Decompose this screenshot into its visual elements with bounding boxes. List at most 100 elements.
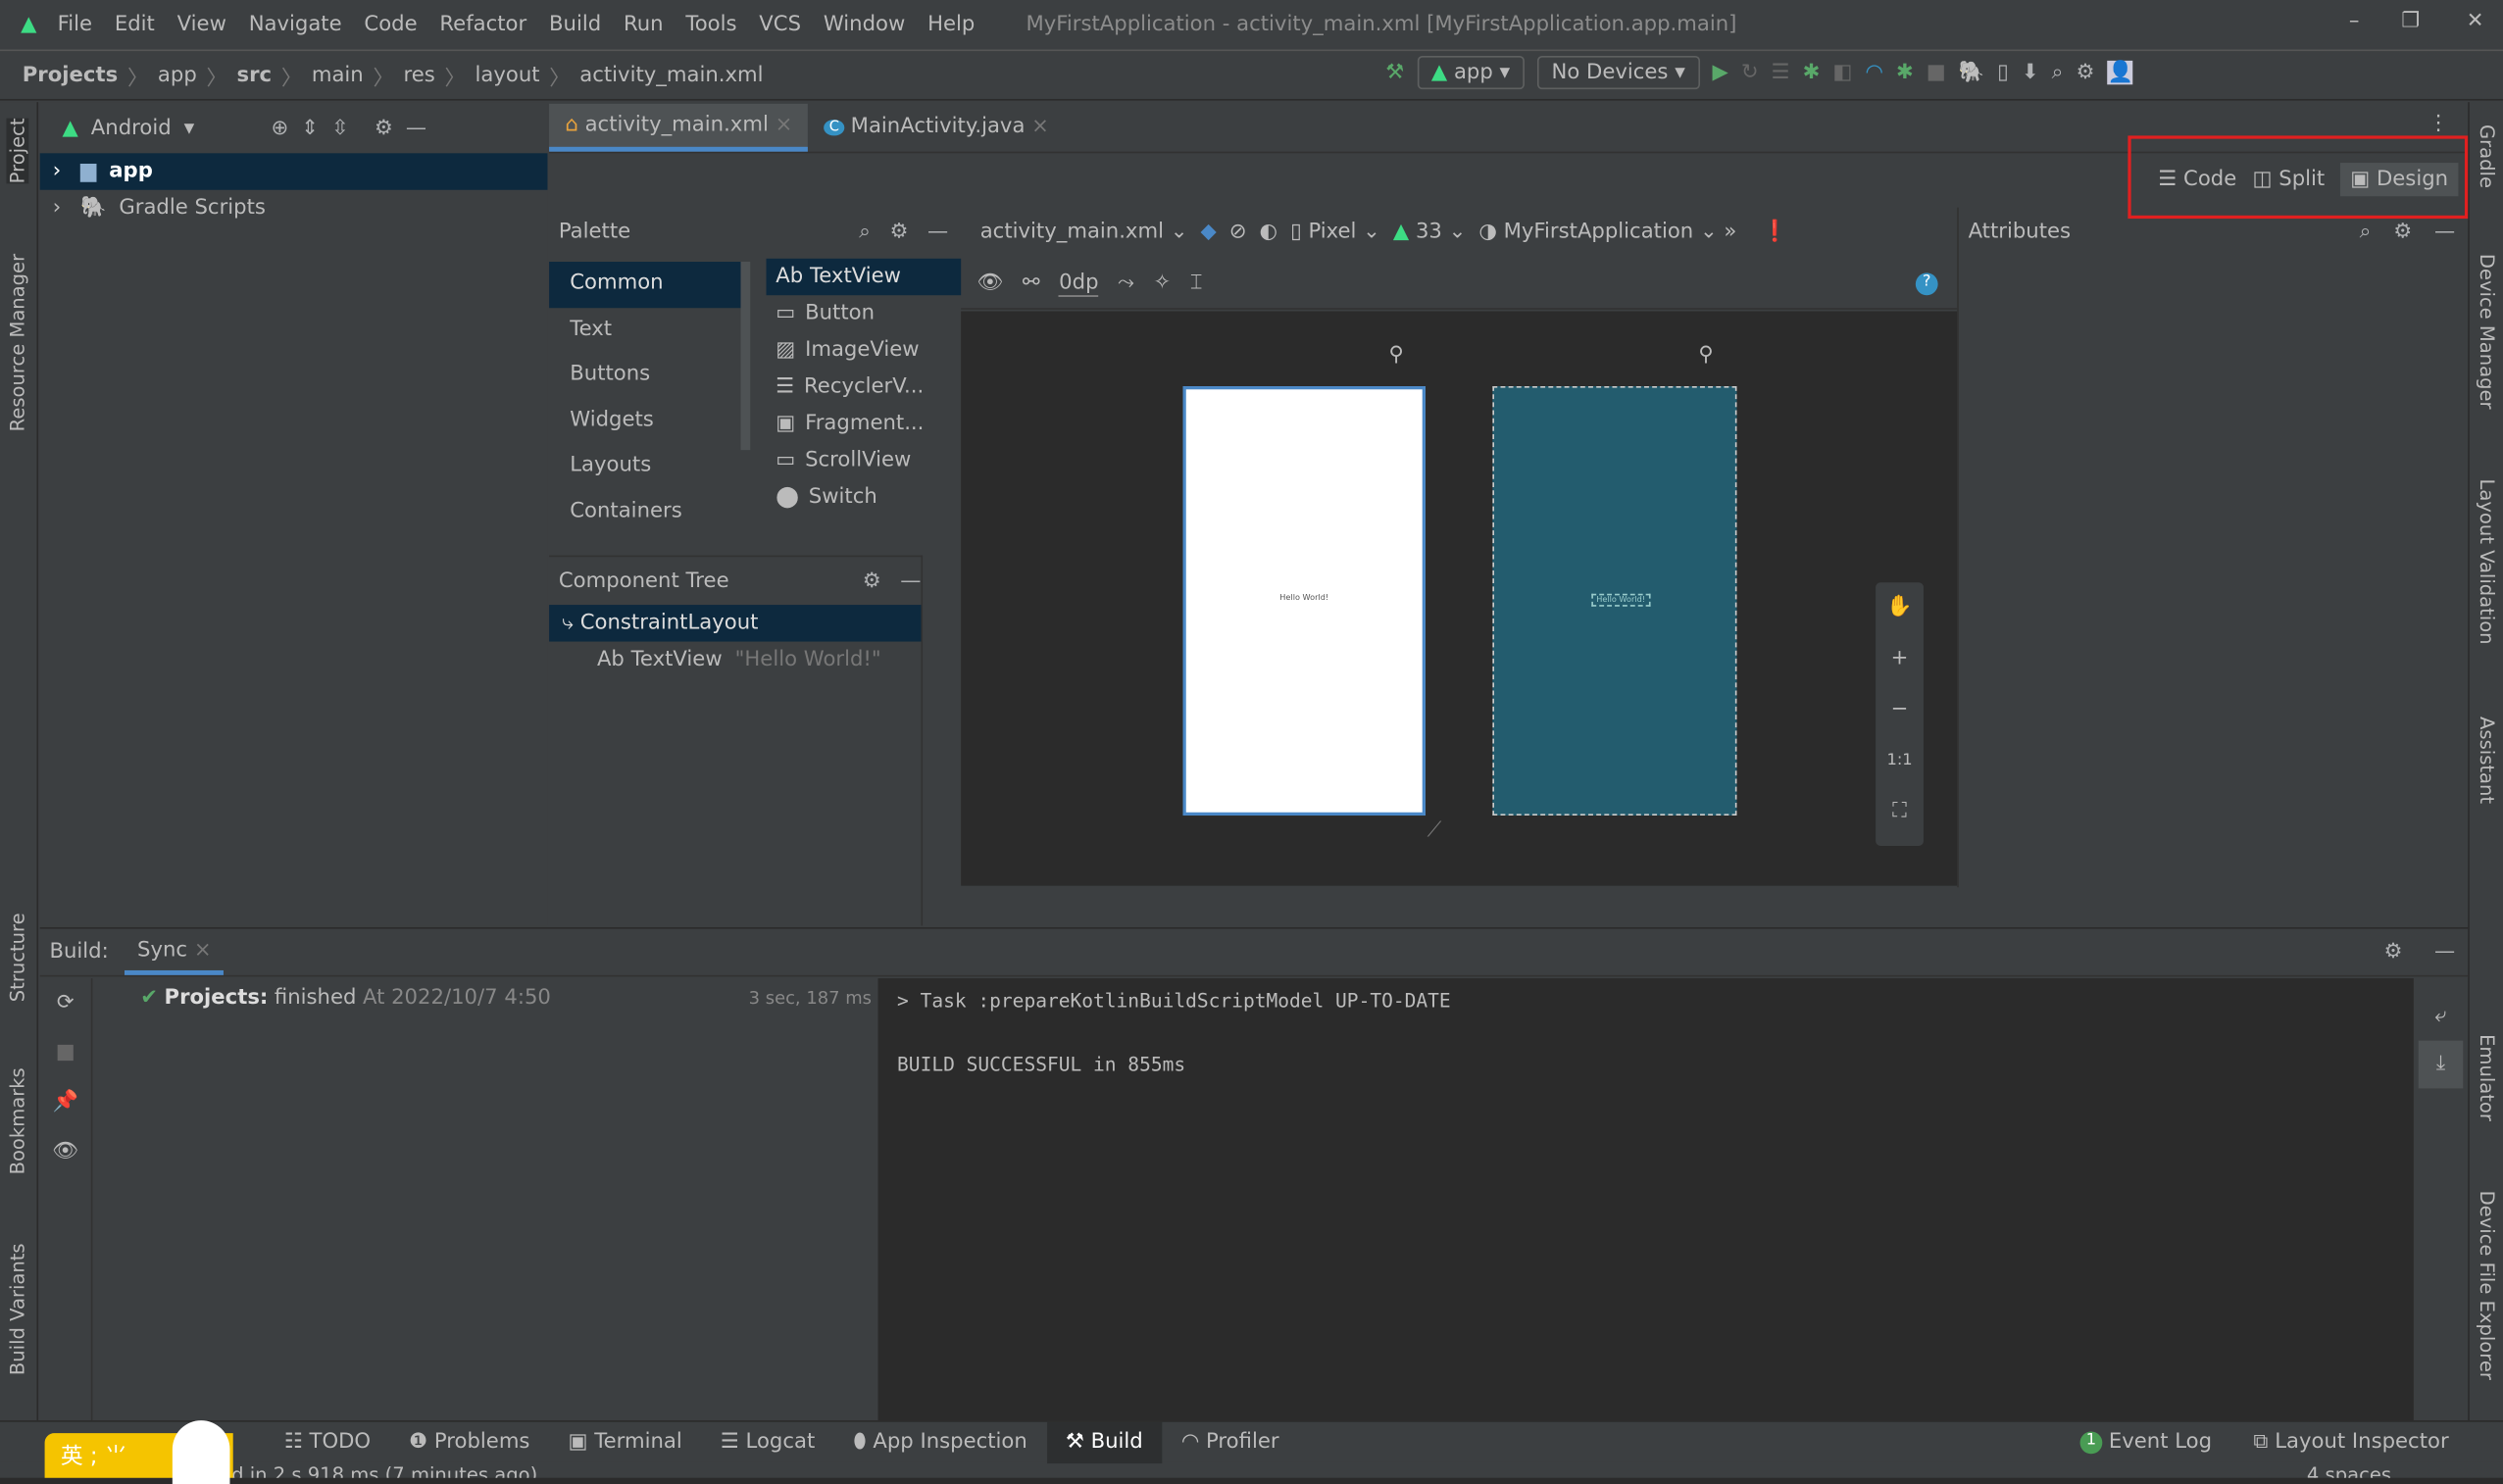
stop-icon[interactable]: ■ [1927,61,1946,84]
tool-window-assistant[interactable]: Assistant [2476,717,2498,804]
guidelines-icon[interactable]: ⌶ [1190,272,1203,295]
tool-window-emulator[interactable]: Emulator [2476,1034,2498,1121]
sdk-manager-icon[interactable]: ⬇ [2022,61,2039,84]
palette-item[interactable]: ⬤ Switch [767,478,962,515]
hide-panel-icon[interactable]: — [406,116,426,139]
more-tabs-icon[interactable]: ⋮ [2428,112,2448,135]
blueprint-preview[interactable]: Hello World! [1492,386,1737,816]
menu-tools[interactable]: Tools [685,12,736,35]
zoom-out-button[interactable]: − [1876,684,1924,735]
build-hammer-icon[interactable]: ⚒ [1385,61,1404,84]
build-hide-icon[interactable]: — [2434,940,2455,964]
palette-item[interactable]: ▣ Fragment... [767,406,962,442]
menu-edit[interactable]: Edit [115,12,155,35]
stop-build-icon[interactable]: ■ [40,1028,91,1077]
design-canvas[interactable]: ⚲ ⚲ Hello World! Hello World! ⟋ ✋ + − 1:… [961,311,1958,886]
sync-gradle-icon[interactable]: 🐘 [1959,61,1984,84]
close-tab-icon[interactable]: × [776,113,793,136]
palette-item[interactable]: ☰ RecyclerV... [767,369,962,405]
tree-node-textview[interactable]: Ab TextView "Hello World!" [549,642,921,678]
breadcrumb-item[interactable]: app [158,63,197,86]
bottom-tab-logcat[interactable]: ☰ Logcat [701,1421,834,1462]
settings-gear-icon[interactable]: ⚙ [2076,61,2094,84]
bottom-tab-build[interactable]: ⚒ Build [1046,1420,1163,1463]
tool-window-project[interactable]: Project [6,118,29,184]
palette-category[interactable]: Text [549,307,740,352]
tree-hide-icon[interactable]: — [900,569,921,592]
palette-category[interactable]: Common [549,262,741,308]
bottom-tab-terminal[interactable]: ▣ Terminal [549,1421,701,1462]
menu-file[interactable]: File [58,12,92,35]
palette-item[interactable]: ▭ ScrollView [767,442,962,478]
build-tree-item[interactable]: ✔ Projects: finished At 2022/10/7 4:50 3… [92,978,877,1016]
split-view-button[interactable]: ◫ Split [2253,167,2326,190]
breadcrumb-item[interactable]: res [403,63,434,86]
minimize-button[interactable]: – [2349,10,2360,33]
apply-code-changes-icon[interactable]: ☰ [1772,61,1790,84]
night-mode-icon[interactable]: ◐ [1260,220,1277,243]
clear-constraints-icon[interactable]: ⤳ [1118,272,1134,295]
design-view-button[interactable]: ▣ Design [2340,162,2458,196]
rerun-icon[interactable]: ⟳ [40,978,91,1027]
theme-dropdown[interactable]: ◑ MyFirstApplication ⌄ » [1478,220,1736,243]
search-icon[interactable]: ⌕ [2052,61,2064,84]
collapse-all-icon[interactable]: ⇳ [331,116,349,139]
project-view-dropdown[interactable]: Android [91,116,172,139]
menu-navigate[interactable]: Navigate [249,12,342,35]
tree-node-constraintlayout[interactable]: ⤷ ConstraintLayout [549,605,922,642]
palette-scrollbar[interactable] [740,262,751,451]
menu-vcs[interactable]: VCS [759,12,801,35]
tab-activity-main-xml[interactable]: ⌂ activity_main.xml × [549,103,809,151]
zoom-to-fit-button[interactable]: ⛶ [1876,787,1924,838]
autoconnect-icon[interactable]: ⚯ [1023,272,1040,295]
run-config-dropdown[interactable]: ▲ app ▾ [1417,55,1525,90]
tool-window-resource-manager[interactable]: Resource Manager [7,254,29,431]
palette-hide-icon[interactable]: — [927,220,948,243]
pan-hand-icon[interactable]: ✋ [1876,582,1924,633]
attach-debugger-icon[interactable]: ◧ [1832,61,1852,84]
palette-item[interactable]: ▨ ImageView [767,332,962,369]
tab-mainactivity-java[interactable]: C MainActivity.java × [809,103,1066,151]
profile-icon[interactable]: ◠ [1865,61,1882,84]
design-surface-icon[interactable]: ◆ [1200,220,1216,243]
palette-search-icon[interactable]: ⌕ [859,220,871,243]
menu-refactor[interactable]: Refactor [439,12,526,35]
bottom-tab-app-inspection[interactable]: ⬮ App Inspection [834,1421,1047,1462]
bottom-tab-problems[interactable]: ❶ Problems [390,1421,549,1462]
panel-settings-icon[interactable]: ⚙ [375,116,393,139]
breadcrumb-item[interactable]: main [312,63,364,86]
menu-view[interactable]: View [177,12,226,35]
orientation-icon[interactable]: ⊘ [1229,220,1247,243]
palette-category[interactable]: Containers [549,489,740,534]
zoom-reset-button[interactable]: 1:1 [1876,736,1924,787]
tree-settings-icon[interactable]: ⚙ [863,569,881,592]
zoom-in-button[interactable]: + [1876,633,1924,684]
tool-window-gradle[interactable]: Gradle [2476,124,2498,188]
device-manager-icon[interactable]: ▯ [1997,61,2009,84]
view-options-icon[interactable]: 👁 [976,272,1003,295]
menu-run[interactable]: Run [624,12,664,35]
breadcrumb-item[interactable]: activity_main.xml [579,63,763,86]
soft-wrap-icon[interactable]: ⤶ [2419,993,2464,1041]
tool-window-bookmarks[interactable]: Bookmarks [7,1067,29,1174]
default-margin-field[interactable]: 0dp [1059,271,1099,297]
attributes-settings-icon[interactable]: ⚙ [2393,220,2412,243]
device-dropdown-pixel[interactable]: ▯ Pixel ⌄ [1290,220,1380,243]
breadcrumb-item[interactable]: layout [475,63,539,86]
palette-item[interactable]: ▭ Button [767,295,962,331]
palette-settings-icon[interactable]: ⚙ [889,220,908,243]
breadcrumb-item[interactable]: src [237,63,273,86]
account-avatar[interactable]: 👤 [2107,60,2133,85]
design-preview[interactable]: Hello World! [1182,386,1426,816]
tree-item-app[interactable]: › ▆ app [39,153,548,190]
help-icon[interactable]: ? [1915,272,1938,295]
resize-handle-icon[interactable]: ⟋ [1427,818,1442,842]
menu-window[interactable]: Window [824,12,905,35]
breadcrumb-item[interactable]: Projects [23,63,118,86]
menu-build[interactable]: Build [549,12,601,35]
show-icon[interactable]: 👁 [40,1127,91,1176]
run-icon[interactable]: ▶ [1713,61,1728,84]
palette-item[interactable]: Ab TextView [766,258,962,296]
tool-window-device-manager[interactable]: Device Manager [2476,254,2498,410]
debug-attach-icon[interactable]: ✱ [1896,61,1914,84]
